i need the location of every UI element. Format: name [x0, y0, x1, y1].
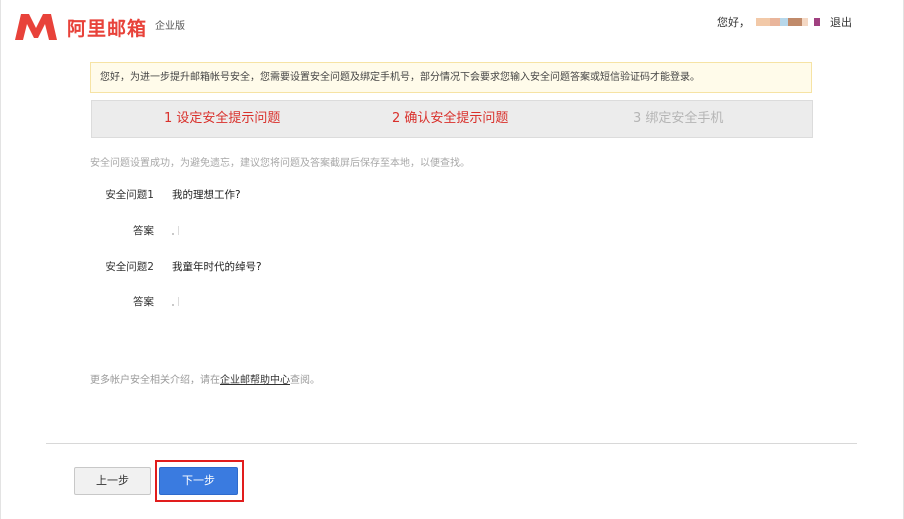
answer-row-1: 答案 — [90, 223, 490, 239]
save-hint: 安全问题设置成功，为避免遗忘，建议您将问题及答案截屏后保存至本地，以便查找。 — [90, 158, 470, 169]
edition-label: 企业版 — [155, 20, 186, 32]
prev-step-button[interactable]: 上一步 — [74, 467, 151, 495]
aliyun-mail-logo-icon — [15, 14, 57, 40]
footer-divider — [46, 443, 857, 444]
brand-name: 阿里邮箱 — [67, 17, 148, 40]
question-row-1: 安全问题1 我的理想工作? — [90, 187, 490, 203]
step-progress: 1 设定安全提示问题 2 确认安全提示问题 3 绑定安全手机 — [91, 100, 813, 138]
help-center-link[interactable]: 企业邮帮助中心 — [220, 375, 290, 386]
answer-masked-2 — [172, 297, 182, 307]
step-2: 2 确认安全提示问题 — [392, 111, 509, 126]
security-notice: 您好，为进一步提升邮箱帐号安全，您需要设置安全问题及绑定手机号，部分情况下会要求… — [90, 62, 812, 93]
answer-label-2: 答案 — [133, 296, 154, 308]
answer-row-2: 答案 — [90, 294, 490, 310]
user-bar: 您好， 退出 — [717, 14, 852, 30]
step-1: 1 设定安全提示问题 — [164, 111, 281, 126]
question-text-1: 我的理想工作? — [172, 189, 241, 201]
question-label-2: 安全问题2 — [105, 261, 154, 273]
help-prefix: 更多帐户安全相关介绍，请在 — [90, 375, 220, 386]
next-step-button[interactable]: 下一步 — [159, 467, 238, 495]
answer-label-1: 答案 — [133, 225, 154, 237]
answer-masked-1 — [172, 226, 182, 236]
brand-logo[interactable]: 阿里邮箱 企业版 — [13, 12, 185, 42]
username-masked — [756, 18, 820, 26]
help-info: 更多帐户安全相关介绍，请在企业邮帮助中心查阅。 — [90, 371, 320, 386]
question-row-2: 安全问题2 我童年时代的绰号? — [90, 259, 490, 275]
logout-link[interactable]: 退出 — [830, 14, 852, 30]
step-3: 3 绑定安全手机 — [633, 111, 724, 126]
help-suffix: 查阅。 — [290, 375, 320, 386]
question-text-2: 我童年时代的绰号? — [172, 261, 262, 273]
greeting-text: 您好， — [717, 16, 750, 29]
question-label-1: 安全问题1 — [105, 189, 154, 201]
